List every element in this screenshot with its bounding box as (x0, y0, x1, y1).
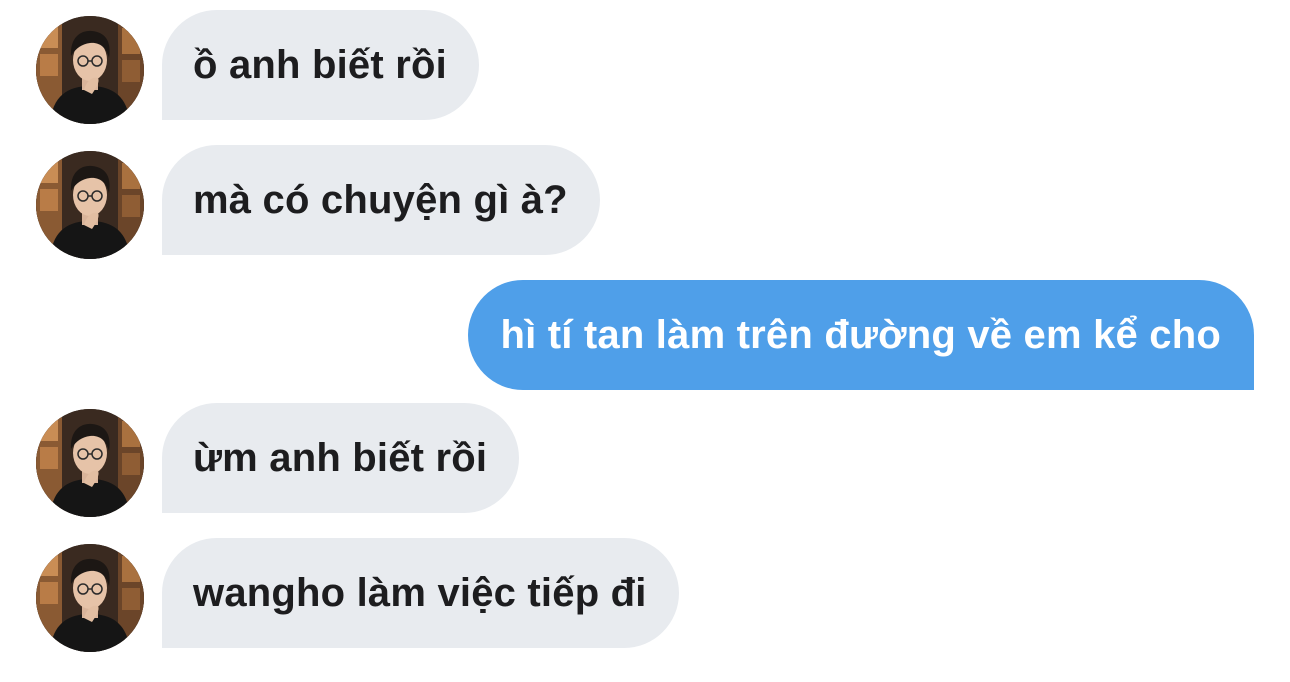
message-row-incoming: ồ anh biết rồi (0, 10, 1290, 124)
message-row-outgoing: hì tí tan làm trên đường về em kể cho (0, 280, 1290, 392)
incoming-message-bubble[interactable]: mà có chuyện gì à? (162, 145, 600, 255)
outgoing-message-bubble[interactable]: hì tí tan làm trên đường về em kể cho (468, 280, 1254, 390)
message-text: ồ anh biết rồi (193, 42, 447, 87)
incoming-message-bubble[interactable]: ồ anh biết rồi (162, 10, 479, 120)
message-text: hì tí tan làm trên đường về em kể cho (500, 312, 1221, 357)
contact-avatar-icon[interactable] (36, 151, 144, 259)
message-text: ừm anh biết rồi (193, 435, 488, 480)
message-row-incoming: ừm anh biết rồi (0, 403, 1290, 517)
contact-avatar-icon[interactable] (36, 544, 144, 652)
message-text: wangho làm việc tiếp đi (193, 570, 647, 615)
message-text: mà có chuyện gì à? (193, 177, 568, 222)
contact-avatar-icon[interactable] (36, 16, 144, 124)
incoming-message-bubble[interactable]: wangho làm việc tiếp đi (162, 538, 679, 648)
message-row-incoming: wangho làm việc tiếp đi (0, 538, 1290, 652)
incoming-message-bubble[interactable]: ừm anh biết rồi (162, 403, 520, 513)
contact-avatar-icon[interactable] (36, 409, 144, 517)
message-row-incoming: mà có chuyện gì à? (0, 145, 1290, 259)
